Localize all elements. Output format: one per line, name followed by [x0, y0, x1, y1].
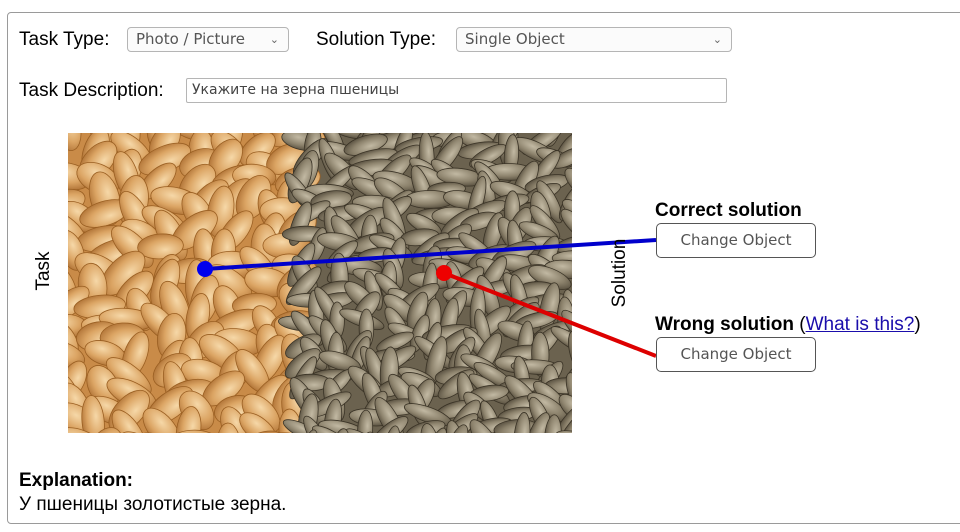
wrong-solution-heading: Wrong solution (What is this?): [655, 314, 921, 336]
explanation-title: Explanation:: [19, 470, 134, 491]
wrong-marker[interactable]: [436, 265, 452, 281]
what-is-this-link[interactable]: What is this?: [806, 314, 915, 335]
change-wrong-object-button[interactable]: Change Object: [656, 337, 816, 372]
wrong-solution-title: Wrong solution: [655, 314, 794, 335]
paren-close: ): [914, 314, 921, 335]
solution-connectors: [197, 238, 657, 358]
correct-solution-title: Correct solution: [655, 200, 802, 221]
change-correct-object-button[interactable]: Change Object: [656, 223, 816, 258]
explanation-text: У пшеницы золотистые зерна.: [19, 494, 287, 515]
solution-side-label: Solution: [609, 238, 630, 308]
correct-connector-line: [204, 238, 657, 271]
task-side-label: Task: [33, 251, 54, 291]
correct-marker[interactable]: [197, 261, 213, 277]
